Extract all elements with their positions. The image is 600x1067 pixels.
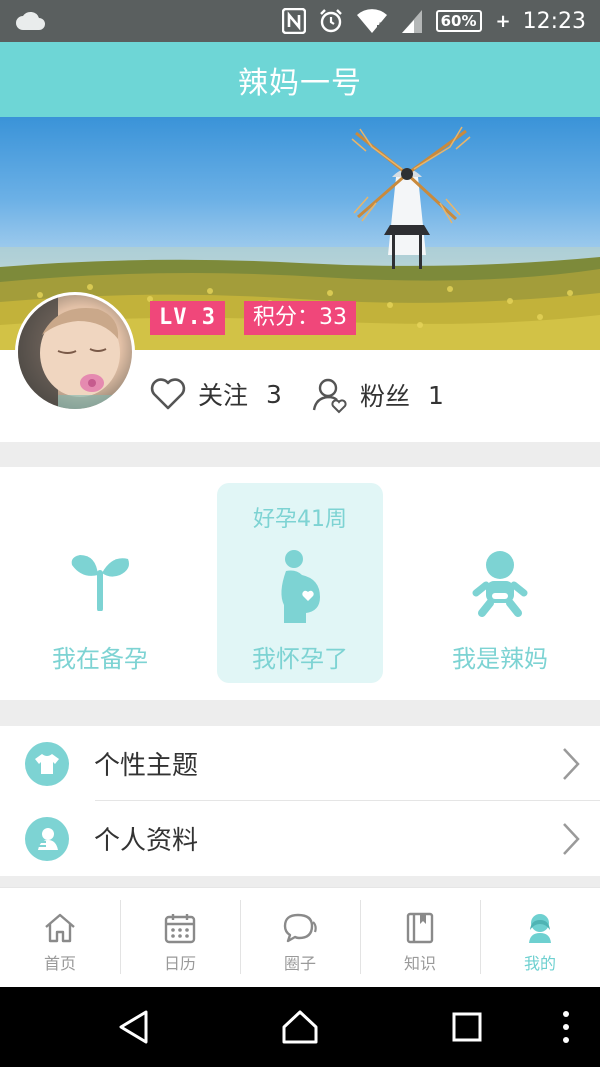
avatar[interactable] (15, 292, 135, 412)
stage-label: 我怀孕了 (252, 645, 348, 673)
battery-level: 60% (440, 12, 477, 30)
settings-menu: 个性主题 个人资料 (0, 726, 600, 876)
status-bar: 60% + 12:23 (0, 0, 600, 42)
tab-label: 日历 (163, 954, 196, 973)
fans-stat[interactable]: 粉丝 1 (312, 376, 444, 414)
chevron-right-icon (563, 822, 580, 855)
clock: 12:23 (522, 8, 586, 34)
status-icons: 60% + 12:23 (281, 7, 586, 35)
stage-pregnant[interactable]: 好孕41周 我怀孕了 (217, 483, 383, 683)
bottom-tab-bar: 首页 日历 圈子 知识 我的 (0, 887, 600, 987)
menu-item-profile[interactable]: 个人资料 (0, 801, 600, 876)
stage-mom[interactable]: 我是辣妈 (417, 483, 583, 683)
menu-item-theme[interactable]: 个性主题 (0, 726, 600, 801)
menu-item-label: 个性主题 (94, 751, 199, 781)
follow-label: 关注 (198, 381, 249, 410)
fans-label: 粉丝 (360, 382, 411, 411)
tab-label: 知识 (403, 954, 436, 973)
follow-stat[interactable]: 关注 3 (150, 376, 282, 412)
home-icon (45, 913, 75, 943)
stage-label: 我在备孕 (52, 645, 148, 673)
user-heart-icon (312, 378, 347, 414)
page-title: 辣妈一号 (238, 65, 362, 101)
menu-item-label: 个人资料 (94, 826, 199, 856)
recent-apps-icon[interactable] (450, 1009, 484, 1045)
points-badge: 积分：33 (244, 301, 356, 335)
more-options-icon[interactable] (559, 1009, 573, 1045)
tab-knowledge[interactable]: 知识 (360, 888, 480, 987)
baby-icon (472, 551, 528, 617)
profile-icon (25, 816, 69, 861)
book-icon (406, 912, 434, 944)
tab-home[interactable]: 首页 (0, 888, 120, 987)
calendar-icon (164, 914, 196, 944)
mine-icon (529, 914, 551, 943)
alarm-icon (319, 9, 342, 33)
baby-photo (18, 295, 120, 409)
tshirt-icon (25, 741, 69, 786)
stage-label: 我是辣妈 (452, 645, 548, 673)
follow-count: 3 (266, 379, 282, 409)
cloud-icon (16, 11, 45, 30)
chat-icon (283, 913, 317, 943)
level-badge: LV.3 (150, 301, 225, 335)
tab-label: 我的 (523, 954, 556, 973)
fans-count: 1 (428, 380, 444, 410)
pregnant-icon (281, 550, 320, 623)
tab-circle[interactable]: 圈子 (240, 888, 360, 987)
stage-selector: 我在备孕 好孕41周 我怀孕了 我是辣妈 (0, 467, 600, 700)
stage-preparing[interactable]: 我在备孕 (17, 483, 183, 683)
tab-mine[interactable]: 我的 (480, 888, 600, 987)
heart-icon (150, 378, 186, 410)
signal-icon (401, 10, 422, 33)
home-button-icon[interactable] (281, 1009, 319, 1045)
title-bar: 辣妈一号 (0, 42, 600, 117)
wifi-icon (356, 9, 387, 34)
tab-calendar[interactable]: 日历 (120, 888, 240, 987)
chevron-right-icon (563, 747, 580, 780)
back-icon[interactable] (116, 1009, 152, 1045)
battery-icon: 60% (435, 10, 482, 32)
sprout-icon (71, 555, 129, 611)
pregnancy-week: 好孕41周 (253, 507, 347, 532)
system-navigation-bar (0, 987, 600, 1067)
tab-label: 圈子 (283, 954, 316, 973)
charging-icon: + (495, 10, 511, 32)
nfc-icon (281, 8, 306, 34)
tab-label: 首页 (43, 954, 76, 973)
